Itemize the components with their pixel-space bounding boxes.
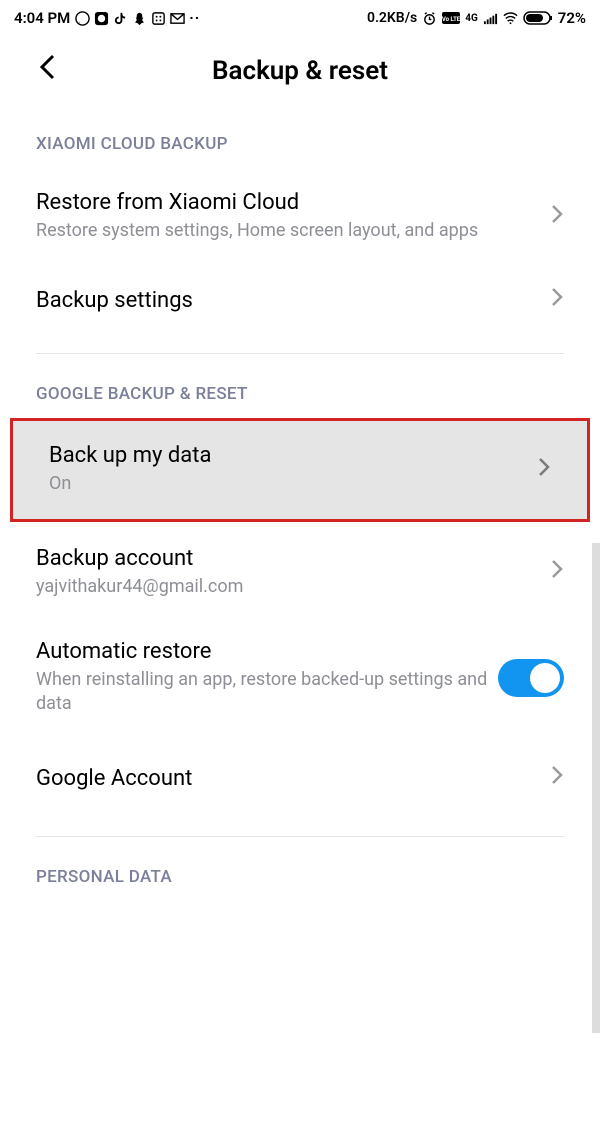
row-backup-my-data[interactable]: Back up my data On: [10, 418, 590, 521]
back-button[interactable]: [38, 52, 58, 90]
row-backup-settings[interactable]: Backup settings: [0, 265, 600, 335]
section-xiaomi-cloud: XIAOMI CLOUD BACKUP: [0, 116, 600, 168]
gmail-icon: [170, 11, 185, 26]
row-backup-account[interactable]: Backup account yajvithakur44@gmail.com: [0, 522, 600, 617]
section-personal-data: PERSONAL DATA: [0, 837, 600, 901]
volte-icon: Vo LTE: [442, 11, 460, 26]
page-title: Backup & reset: [20, 56, 580, 86]
signal-icon: [483, 11, 498, 26]
svg-text:Vo LTE: Vo LTE: [442, 16, 460, 23]
row-google-account[interactable]: Google Account: [0, 738, 600, 818]
whatsapp-icon: [75, 11, 90, 26]
status-app-icons: ··: [75, 9, 200, 27]
status-battery: 72%: [558, 9, 586, 27]
status-speed: 0.2KB/s: [367, 10, 417, 26]
snapchat-icon: [132, 11, 147, 26]
battery-icon: [523, 11, 553, 26]
automatic-restore-toggle[interactable]: [498, 659, 564, 697]
chevron-right-icon: [550, 558, 564, 586]
status-right: 0.2KB/s Vo LTE 4G 72%: [367, 9, 586, 27]
row-automatic-restore[interactable]: Automatic restore When reinstalling an a…: [0, 617, 600, 739]
row-sub: Restore system settings, Home screen lay…: [36, 219, 538, 243]
header: Backup & reset: [0, 36, 600, 116]
status-time: 4:04 PM: [14, 9, 70, 27]
row-sub: When reinstalling an app, restore backed…: [36, 668, 498, 717]
alarm-icon: [422, 11, 437, 26]
row-title: Google Account: [36, 766, 538, 791]
net-label: 4G: [465, 13, 478, 24]
content: XIAOMI CLOUD BACKUP Restore from Xiaomi …: [0, 116, 600, 901]
chevron-right-icon: [550, 764, 564, 792]
scrollbar[interactable]: [592, 543, 600, 1033]
row-restore-xiaomi-cloud[interactable]: Restore from Xiaomi Cloud Restore system…: [0, 168, 600, 265]
grid-icon: [151, 11, 166, 26]
row-title: Backup account: [36, 546, 538, 571]
chevron-right-icon: [537, 456, 551, 484]
wifi-icon: [503, 11, 518, 26]
row-title: Automatic restore: [36, 639, 498, 664]
more-icon: ··: [189, 9, 200, 27]
row-title: Restore from Xiaomi Cloud: [36, 190, 538, 215]
row-title: Back up my data: [49, 443, 525, 468]
row-title: Backup settings: [36, 288, 538, 313]
status-left: 4:04 PM ··: [14, 9, 200, 27]
chevron-right-icon: [550, 203, 564, 231]
row-sub: On: [49, 472, 525, 496]
chevron-right-icon: [550, 286, 564, 314]
toggle-knob: [530, 663, 560, 693]
status-bar: 4:04 PM ·· 0.2KB/s Vo LTE 4G 72%: [0, 0, 600, 36]
row-sub: yajvithakur44@gmail.com: [36, 575, 538, 599]
sports-icon: [94, 11, 109, 26]
tiktok-icon: [113, 11, 128, 26]
section-google-backup: GOOGLE BACKUP & RESET: [0, 354, 600, 418]
